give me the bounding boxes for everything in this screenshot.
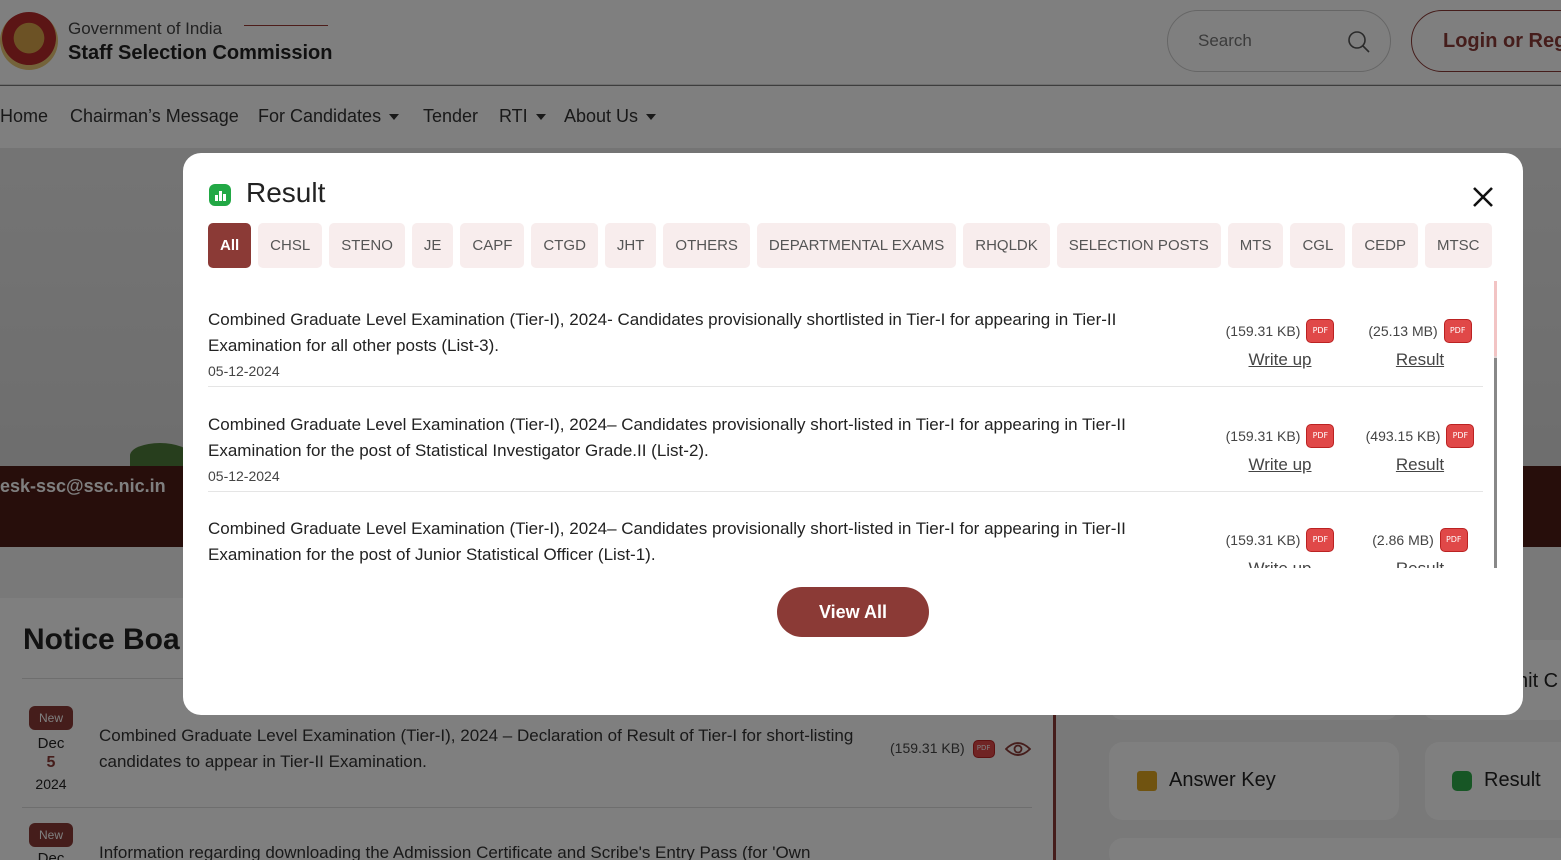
- pdf-icon[interactable]: PDF: [1439, 528, 1468, 552]
- result-link[interactable]: Result: [1350, 350, 1490, 370]
- pdf-icon[interactable]: PDF: [1306, 319, 1335, 343]
- file-size-row: (2.86 MB) PDF: [1372, 528, 1468, 552]
- result-item-date: 05-12-2024: [208, 468, 280, 484]
- tab-capf[interactable]: CAPF: [460, 223, 525, 268]
- result-list[interactable]: Combined Graduate Level Examination (Tie…: [208, 283, 1498, 568]
- file-size: (25.13 MB): [1368, 323, 1438, 339]
- file-size-row: (493.15 KB) PDF: [1366, 424, 1475, 448]
- file-size-row: (159.31 KB) PDF: [1226, 528, 1335, 552]
- result-item: Combined Graduate Level Examination (Tie…: [208, 492, 1483, 568]
- tab-rhqldk[interactable]: RHQLDK: [963, 223, 1050, 268]
- tab-selection-posts[interactable]: SELECTION POSTS: [1056, 223, 1221, 268]
- pdf-icon[interactable]: PDF: [1306, 424, 1335, 448]
- writeup-file: (159.31 KB) PDF Write up: [1210, 424, 1350, 475]
- result-tabs: All CHSL STENO JE CAPF CTGD JHT OTHERS D…: [208, 223, 1492, 268]
- tab-cedp[interactable]: CEDP: [1352, 223, 1418, 268]
- tab-departmental-exams[interactable]: DEPARTMENTAL EXAMS: [756, 223, 957, 268]
- modal-title: Result: [246, 177, 326, 208]
- result-item-title: Combined Graduate Level Examination (Tie…: [208, 310, 1117, 355]
- result-file: (25.13 MB) PDF Result: [1350, 319, 1490, 370]
- file-size-row: (159.31 KB) PDF: [1226, 319, 1335, 343]
- writeup-file: (159.31 KB) PDF Write up: [1210, 528, 1350, 568]
- tab-cgl[interactable]: CGL: [1290, 223, 1346, 268]
- file-size: (2.86 MB): [1372, 532, 1434, 548]
- result-modal: Result All CHSL STENO JE CAPF CTGD JHT O…: [183, 153, 1523, 715]
- scrollbar-rail: [1494, 358, 1497, 568]
- file-size: (159.31 KB): [1225, 532, 1301, 548]
- tab-mts[interactable]: MTS: [1227, 223, 1284, 268]
- writeup-link[interactable]: Write up: [1210, 455, 1350, 475]
- scrollbar-thumb[interactable]: [1494, 281, 1497, 356]
- result-file: (493.15 KB) PDF Result: [1350, 424, 1490, 475]
- file-size: (159.31 KB): [1225, 323, 1301, 339]
- file-size: (159.31 KB): [1225, 428, 1301, 444]
- pdf-icon[interactable]: PDF: [1446, 424, 1475, 448]
- file-size-row: (159.31 KB) PDF: [1226, 424, 1335, 448]
- file-size-row: (25.13 MB) PDF: [1368, 319, 1472, 343]
- tab-mtsc[interactable]: MTSC: [1425, 223, 1492, 268]
- result-item: Combined Graduate Level Examination (Tie…: [208, 283, 1483, 387]
- result-file: (2.86 MB) PDF Result: [1350, 528, 1490, 568]
- view-all-button[interactable]: View All: [777, 587, 929, 637]
- tab-je[interactable]: JE: [411, 223, 454, 268]
- file-size: (493.15 KB): [1365, 428, 1441, 444]
- writeup-link[interactable]: Write up: [1210, 350, 1350, 370]
- result-chart-icon: [209, 184, 231, 206]
- tab-chsl[interactable]: CHSL: [258, 223, 323, 268]
- tab-others[interactable]: OTHERS: [663, 223, 750, 268]
- pdf-icon[interactable]: PDF: [1443, 319, 1472, 343]
- close-icon[interactable]: [1469, 183, 1497, 211]
- result-item-date: 05-12-2024: [208, 363, 280, 379]
- tab-ctgd[interactable]: CTGD: [531, 223, 598, 268]
- tab-jht[interactable]: JHT: [604, 223, 657, 268]
- result-link[interactable]: Result: [1350, 455, 1490, 475]
- result-link[interactable]: Result: [1350, 559, 1490, 568]
- result-item: Combined Graduate Level Examination (Tie…: [208, 388, 1483, 492]
- pdf-icon[interactable]: PDF: [1306, 528, 1335, 552]
- writeup-link[interactable]: Write up: [1210, 559, 1350, 568]
- writeup-file: (159.31 KB) PDF Write up: [1210, 319, 1350, 370]
- result-item-title: Combined Graduate Level Examination (Tie…: [208, 415, 1126, 460]
- tab-all[interactable]: All: [208, 223, 252, 268]
- result-item-title: Combined Graduate Level Examination (Tie…: [208, 519, 1126, 564]
- tab-steno[interactable]: STENO: [329, 223, 405, 268]
